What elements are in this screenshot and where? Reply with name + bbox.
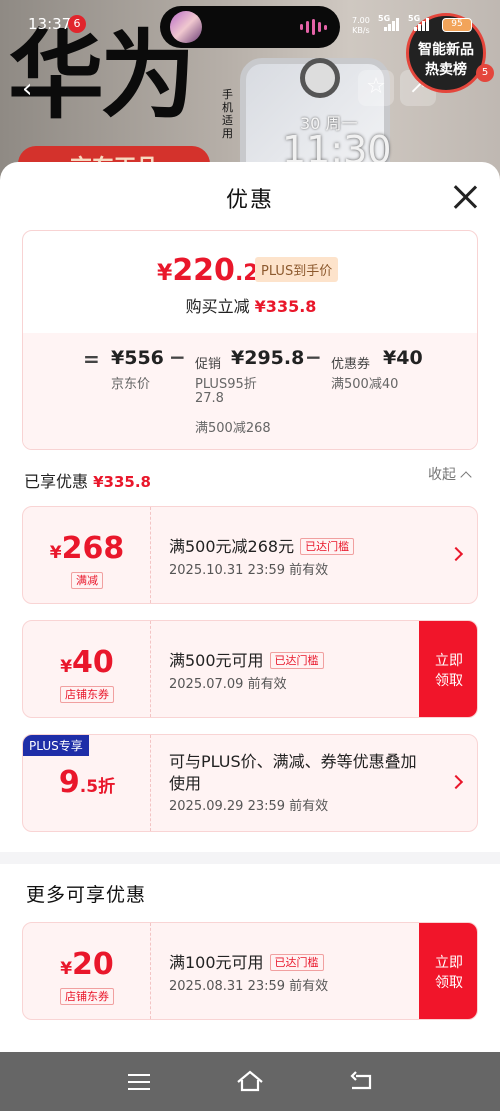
music-avatar bbox=[170, 11, 202, 43]
signal-2-icon bbox=[414, 18, 429, 31]
dynamic-island[interactable] bbox=[160, 6, 340, 48]
discount-sheet: 优惠 ¥220.2 PLUS到手价 购买立减 ¥335.8 = ¥556 京东价… bbox=[0, 162, 500, 1052]
close-icon[interactable] bbox=[452, 184, 478, 210]
coupon-card-more[interactable]: ¥20 店铺东券 满100元可用 已达门槛 2025.08.31 23:59 前有… bbox=[22, 922, 478, 1020]
coupon-amount: ¥20 bbox=[60, 947, 114, 982]
coupon-title: 满500元减268元 已达门槛 bbox=[169, 533, 355, 557]
jd-price-label: 京东价 bbox=[111, 377, 151, 392]
coupon-card-shop[interactable]: ¥40 店铺东券 满500元可用 已达门槛 2025.07.09 前有效 立即 领… bbox=[22, 620, 478, 718]
watch-crown-image bbox=[300, 58, 340, 98]
coupon-amount: 9.5折 bbox=[58, 765, 116, 800]
coupon-type: 店铺东券 bbox=[60, 686, 114, 703]
threshold-badge: 已达门槛 bbox=[269, 954, 324, 971]
claim-button[interactable]: 立即 领取 bbox=[419, 923, 477, 1019]
back-arrow-icon[interactable]: ‹ bbox=[22, 74, 32, 104]
coupon-amount: ¥40 bbox=[60, 645, 114, 680]
promo-detail-plus-value: 27.8 bbox=[195, 391, 224, 406]
price-summary-card: ¥220.2 PLUS到手价 购买立减 ¥335.8 = ¥556 京东价 − … bbox=[22, 230, 478, 450]
coupon-left: PLUS专享 9.5折 bbox=[23, 735, 151, 831]
coupon-card-reduce[interactable]: ¥268 满减 满500元减268元 已达门槛 2025.10.31 23:59 … bbox=[22, 506, 478, 604]
coupon-date: 2025.09.29 23:59 前有效 bbox=[169, 799, 329, 814]
plus-price-tag: PLUS到手价 bbox=[255, 257, 339, 282]
collapse-button[interactable]: 收起 bbox=[428, 464, 472, 484]
status-bar: 13:37 6 7.00 KB/s 5G 5G 95 bbox=[0, 0, 500, 48]
promo-value: ¥295.8 bbox=[231, 347, 305, 369]
coupon-label: 优惠券 bbox=[331, 357, 371, 372]
notification-badge: 6 bbox=[68, 15, 86, 33]
status-time: 13:37 bbox=[28, 15, 72, 33]
back-icon[interactable] bbox=[348, 1070, 374, 1092]
favorite-star-icon[interactable]: ☆ bbox=[358, 70, 394, 106]
chevron-right-icon[interactable] bbox=[448, 774, 464, 790]
menu-icon[interactable] bbox=[128, 1074, 150, 1090]
coupon-date: 2025.10.31 23:59 前有效 bbox=[169, 563, 329, 578]
coupon-type: 店铺东券 bbox=[60, 988, 114, 1005]
more-discounts-title: 更多可享优惠 bbox=[26, 884, 147, 906]
jd-price-value: ¥556 bbox=[111, 347, 164, 369]
promo-label: 促销 bbox=[195, 357, 222, 372]
threshold-badge: 已达门槛 bbox=[269, 652, 324, 669]
home-icon[interactable] bbox=[236, 1070, 264, 1092]
enjoyed-discount: 已享优惠 ¥335.8 bbox=[24, 472, 151, 491]
audio-wave-icon bbox=[300, 19, 328, 35]
brand-suffix: 手机适用 bbox=[222, 88, 233, 140]
minus-sign-2: − bbox=[305, 345, 322, 369]
final-price: ¥220.2 bbox=[157, 253, 259, 288]
coupon-type: 满减 bbox=[71, 572, 103, 589]
coupon-date: 2025.07.09 前有效 bbox=[169, 677, 287, 692]
buy-reduce-line: 购买立减 ¥335.8 bbox=[185, 297, 317, 316]
minus-sign-1: − bbox=[169, 345, 186, 369]
equals-sign: = bbox=[83, 347, 100, 371]
plus-exclusive-ribbon: PLUS专享 bbox=[23, 735, 89, 756]
coupon-value: ¥40 bbox=[383, 347, 423, 369]
coupon-left: ¥268 满减 bbox=[23, 507, 151, 603]
coupon-amount: ¥268 bbox=[49, 531, 125, 566]
price-formula: = ¥556 京东价 − 促销 ¥295.8 PLUS95折 27.8 满500… bbox=[23, 333, 477, 449]
coupon-title: 满500元可用 已达门槛 bbox=[169, 647, 324, 671]
section-divider bbox=[0, 852, 500, 864]
claim-button[interactable]: 立即 领取 bbox=[419, 621, 477, 717]
promo-detail-plus: PLUS95折 bbox=[195, 377, 257, 392]
coupon-left: ¥20 店铺东券 bbox=[23, 923, 151, 1019]
chevron-right-icon[interactable] bbox=[448, 546, 464, 562]
system-nav-bar bbox=[0, 1052, 500, 1111]
battery-icon: 95 bbox=[442, 18, 472, 32]
coupon-detail: 满500减40 bbox=[331, 377, 399, 392]
coupon-left: ¥40 店铺东券 bbox=[23, 621, 151, 717]
sheet-title: 优惠 bbox=[225, 188, 274, 213]
coupon-card-plus[interactable]: PLUS专享 9.5折 可与PLUS价、满减、券等优惠叠加使用 2025.09.… bbox=[22, 734, 478, 832]
signal-1-icon bbox=[384, 18, 399, 31]
net-speed: 7.00 KB/s bbox=[352, 16, 370, 35]
coupon-title: 可与PLUS价、满减、券等优惠叠加使用 bbox=[169, 752, 417, 793]
threshold-badge: 已达门槛 bbox=[300, 538, 355, 555]
coupon-title: 满100元可用 已达门槛 bbox=[169, 949, 324, 973]
hot-list-count: 5 bbox=[476, 64, 494, 82]
coupon-date: 2025.08.31 23:59 前有效 bbox=[169, 979, 329, 994]
chevron-up-icon bbox=[460, 471, 472, 483]
promo-detail-reduce: 满500减268 bbox=[195, 421, 271, 436]
hot-list-text: 智能新品 热卖榜 bbox=[418, 42, 474, 78]
